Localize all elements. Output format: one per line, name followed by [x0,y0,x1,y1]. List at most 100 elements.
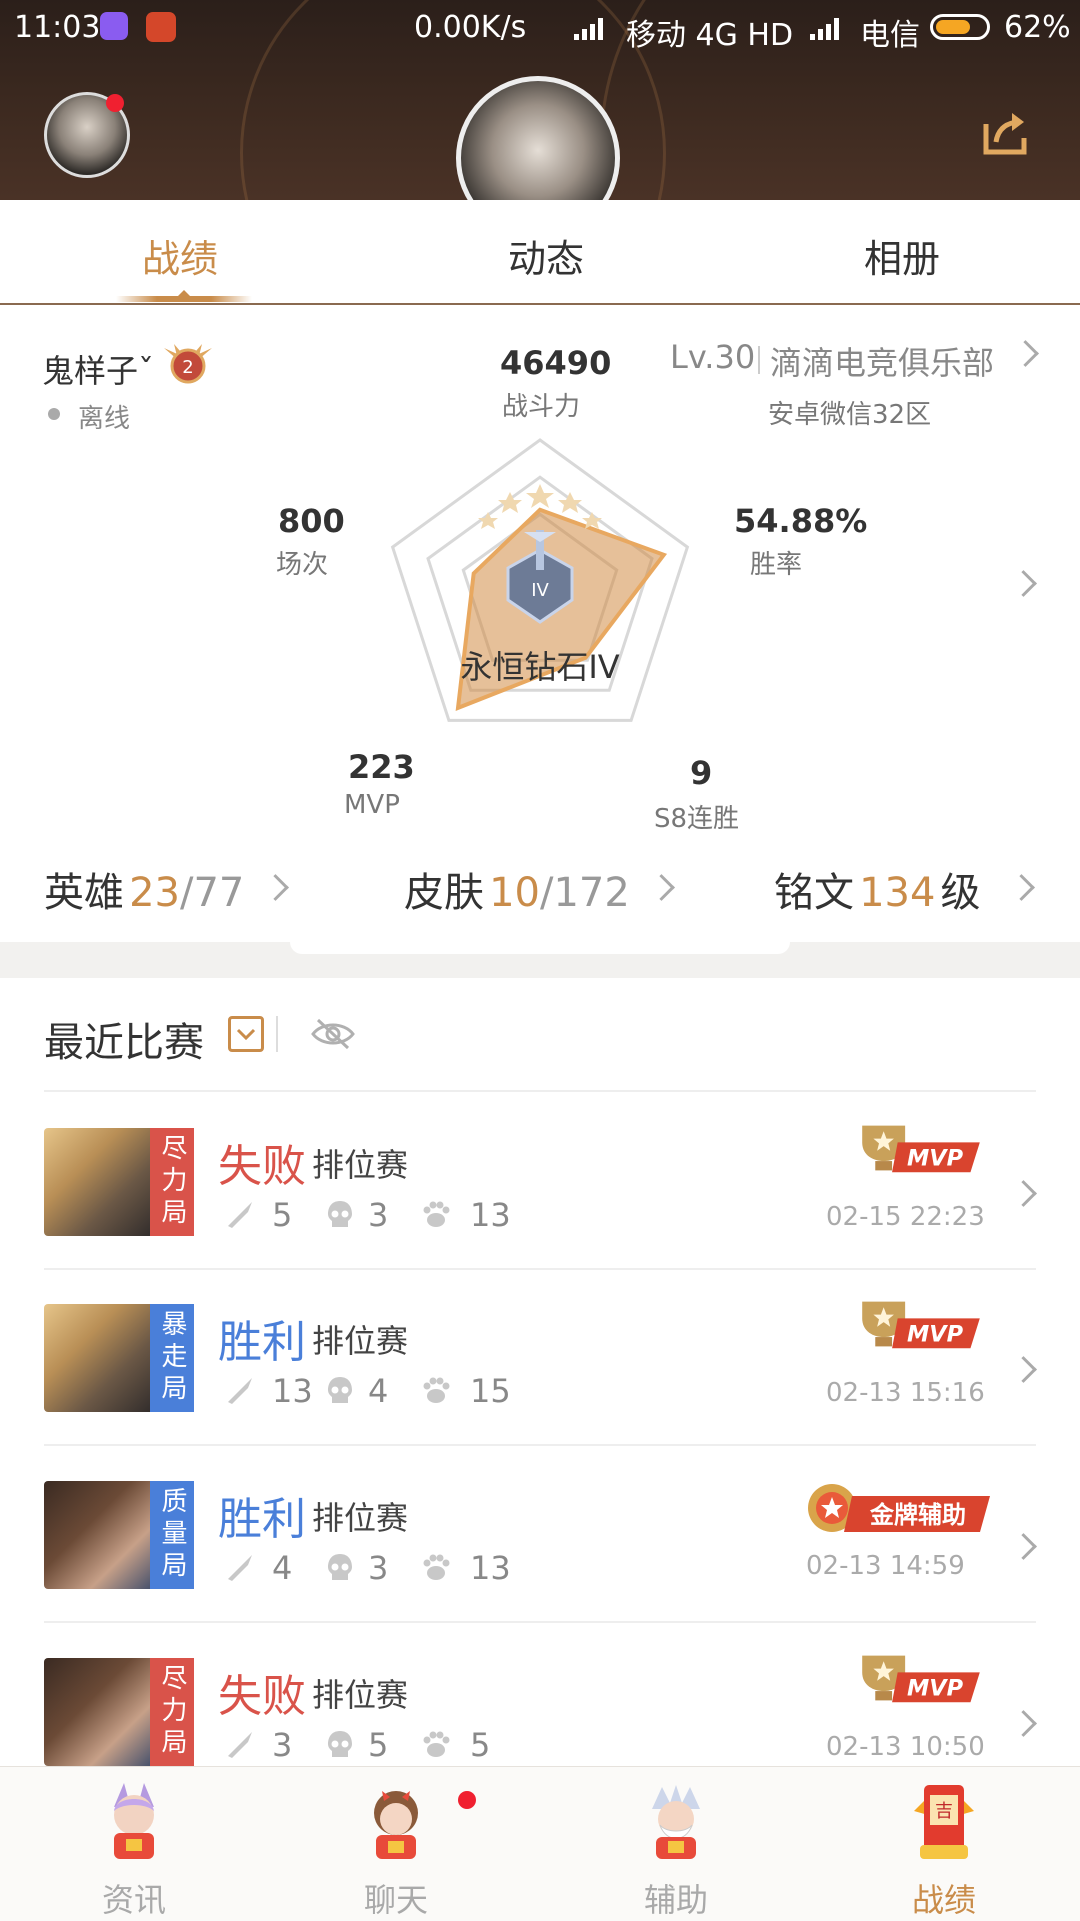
chat-mascot-icon [374,1791,418,1859]
recent-filter-dropdown[interactable] [228,1016,264,1052]
match-type-badge: 暴走局 [150,1304,194,1412]
streak-label: S8连胜 [654,804,740,834]
heroes-label: 英雄 [44,870,124,916]
match-chevron-icon[interactable] [1010,1180,1037,1207]
match-result: 胜利 [218,1494,306,1545]
player-name: 鬼样子ˇ [42,352,155,390]
recent-title: 最近比赛 [44,1020,204,1066]
match-result: 失败 [218,1141,306,1192]
nav-assist[interactable]: 辅助 [576,1767,776,1921]
tab-record[interactable]: 战绩 [142,228,218,283]
status-bar: 11:03 0.00K/s 移动 4G HD 电信 62% [0,0,1080,56]
match-chevron-icon[interactable] [1010,1533,1037,1560]
skins-stat[interactable]: 皮肤 10/172 [404,860,630,918]
match-date: 02-13 14:59 [806,1551,965,1581]
match-result: 胜利 [218,1317,306,1368]
battery-percent: 62% [1004,10,1071,45]
winrate-label: 胜率 [750,550,803,580]
match-date: 02-15 22:23 [826,1202,985,1232]
runes-stat[interactable]: 铭文 134 级 [774,860,981,918]
chevron-down-icon [236,1028,256,1041]
tab-indicator-arrow [175,290,193,299]
match-date: 02-13 15:16 [826,1378,985,1408]
mvp-value: 223 [348,748,415,786]
paw-icon [423,1554,450,1580]
rank-name: 永恒钻石IV [460,648,620,686]
assists-count: 5 [470,1726,491,1764]
kills-count: 4 [272,1549,293,1587]
hero-portrait [44,1658,156,1766]
runes-label: 铭文 [774,870,854,916]
skins-total: /172 [540,870,630,916]
paw-icon [423,1377,450,1403]
deaths-count: 5 [368,1726,389,1764]
mvp-trophy-icon: MVP [862,1125,980,1173]
match-mode: 排位赛 [312,1676,409,1714]
skull-icon [328,1377,352,1403]
hide-eye-icon[interactable] [310,1014,356,1054]
mvp-trophy-icon: MVP [862,1655,980,1703]
deaths-count: 3 [368,1549,389,1587]
app-notification-icon [100,12,128,40]
divider [758,346,760,374]
heroes-chevron-icon[interactable] [262,874,289,901]
section-separator-tab [290,942,790,954]
match-row[interactable]: 尽力局 失败 排位赛 5 3 13 MVP 02-15 22:23 [0,1092,1080,1268]
heroes-stat[interactable]: 英雄 23/77 [44,860,244,918]
record-mascot-icon: 吉 [914,1785,974,1859]
deaths-count: 3 [368,1196,389,1234]
rank-wings-icon: 2 [164,344,212,384]
mvp-label: MVP [344,790,400,820]
match-type-badge: 尽力局 [150,1128,194,1236]
tab-album[interactable]: 相册 [864,228,940,283]
tab-moments[interactable]: 动态 [508,228,584,283]
runes-unit: 级 [940,870,981,916]
assist-mascot-icon [652,1785,700,1859]
sword-icon [228,1732,252,1758]
stats-radar-chart[interactable]: IV [340,400,740,800]
rank-badge-number: 2 [182,357,193,378]
match-mode: 排位赛 [312,1322,409,1360]
skull-icon [328,1201,352,1227]
nav-news[interactable]: 资讯 [34,1767,234,1921]
paw-icon [423,1201,450,1227]
skins-label: 皮肤 [404,870,484,916]
player-server: 安卓微信32区 [768,400,932,430]
news-mascot-icon [114,1783,154,1859]
award-text: 金牌辅助 [869,1501,966,1529]
club-chevron-icon[interactable] [1012,340,1039,367]
skins-owned: 10 [489,870,540,916]
nav-record[interactable]: 吉 战绩 [844,1767,1044,1921]
sword-icon [228,1378,252,1404]
match-chevron-icon[interactable] [1010,1710,1037,1737]
match-mode: 排位赛 [312,1146,409,1184]
heroes-total: /77 [180,870,245,916]
bottom-nav: 资讯 聊天 辅助 吉 战绩 [0,1766,1080,1921]
share-icon[interactable] [980,108,1030,158]
game-notification-icon [146,12,176,42]
nav-chat[interactable]: 聊天 [296,1767,496,1921]
runes-level: 134 [859,870,936,916]
battery-icon [930,14,990,40]
player-club[interactable]: 滴滴电竞俱乐部 [770,338,994,384]
player-level: Lv.30 [670,338,756,376]
online-status: 离线 [78,404,131,434]
deaths-count: 4 [368,1372,389,1410]
paw-icon [423,1731,450,1757]
award-text: MVP [907,1322,964,1348]
kills-count: 13 [272,1372,313,1410]
mvp-trophy-icon: MVP [862,1301,980,1349]
match-row[interactable]: 质量局 胜利 排位赛 4 3 13 金牌辅助 02-13 14:59 [0,1445,1080,1621]
match-chevron-icon[interactable] [1010,1356,1037,1383]
stats-chevron-icon[interactable] [1010,570,1037,597]
match-row[interactable]: 暴走局 胜利 排位赛 13 4 15 MVP 02-13 15:16 [0,1268,1080,1444]
signal-icon [574,16,608,40]
match-date: 02-13 10:50 [826,1732,985,1762]
skins-chevron-icon[interactable] [648,874,675,901]
sword-icon [228,1202,252,1228]
runes-chevron-icon[interactable] [1008,874,1035,901]
kills-count: 3 [272,1726,293,1764]
nav-label: 战绩 [911,1881,976,1919]
nav-label: 聊天 [363,1881,428,1919]
heroes-owned: 23 [129,870,180,916]
